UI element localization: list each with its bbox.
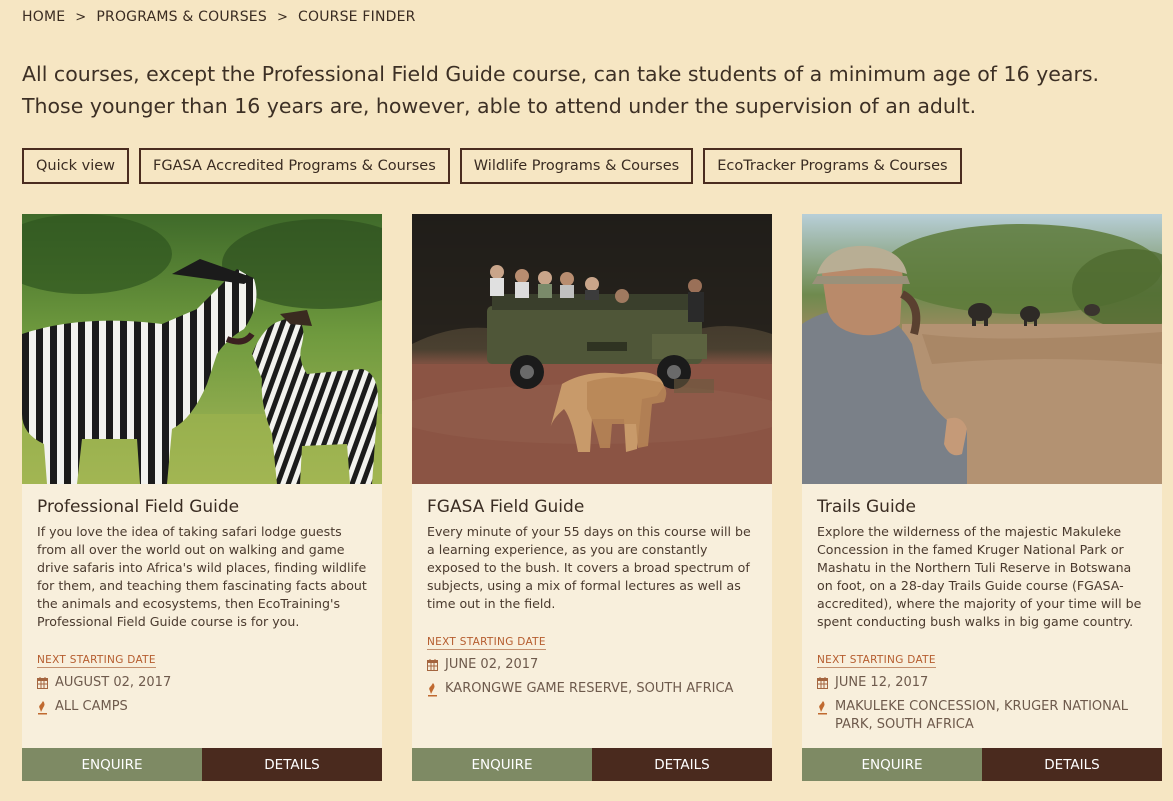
breadcrumb-programs-courses[interactable]: PROGRAMS & COURSES [96, 9, 267, 25]
course-meta: NEXT STARTING DATE JUNE 02, 2017 KARONGW… [427, 630, 757, 698]
chevron-right-icon: > [75, 9, 87, 25]
enquire-button[interactable]: ENQUIRE [22, 748, 202, 781]
filter-bar: Quick view FGASA Accredited Programs & C… [22, 148, 962, 184]
course-card-professional-field-guide: Professional Field Guide If you love the… [22, 214, 382, 781]
course-location: ALL CAMPS [55, 699, 128, 714]
filter-ecotracker-button[interactable]: EcoTracker Programs & Courses [703, 148, 962, 184]
location-pin-icon [38, 701, 47, 715]
start-date-row: JUNE 12, 2017 [817, 674, 1147, 692]
course-image-zebras[interactable] [22, 214, 382, 484]
course-location: KARONGWE GAME RESERVE, SOUTH AFRICA [445, 681, 734, 696]
card-actions: ENQUIRE DETAILS [412, 748, 772, 781]
course-image-trails-guide[interactable] [802, 214, 1162, 484]
course-meta: NEXT STARTING DATE AUGUST 02, 2017 ALL C… [37, 648, 367, 716]
breadcrumb-home[interactable]: HOME [22, 9, 65, 25]
course-card-trails-guide: Trails Guide Explore the wilderness of t… [802, 214, 1162, 781]
location-row: ALL CAMPS [37, 698, 367, 716]
calendar-icon [427, 659, 438, 671]
filter-quick-view-button[interactable]: Quick view [22, 148, 129, 184]
course-title[interactable]: Trails Guide [817, 497, 916, 517]
course-description: Every minute of your 55 days on this cou… [427, 524, 751, 611]
start-date-row: JUNE 02, 2017 [427, 656, 757, 674]
course-description: Explore the wilderness of the majestic M… [817, 524, 1142, 629]
breadcrumb-course-finder: COURSE FINDER [298, 9, 416, 25]
details-button[interactable]: DETAILS [982, 748, 1162, 781]
details-button[interactable]: DETAILS [202, 748, 382, 781]
card-actions: ENQUIRE DETAILS [802, 748, 1162, 781]
start-date: JUNE 12, 2017 [835, 675, 929, 690]
chevron-right-icon: > [276, 9, 289, 25]
course-card-fgasa-field-guide: FGASA Field Guide Every minute of your 5… [412, 214, 772, 781]
course-title[interactable]: Professional Field Guide [37, 497, 239, 517]
breadcrumb: HOME > PROGRAMS & COURSES > COURSE FINDE… [22, 9, 416, 25]
location-pin-icon [818, 701, 827, 715]
enquire-button[interactable]: ENQUIRE [412, 748, 592, 781]
course-image-lions-vehicle[interactable] [412, 214, 772, 484]
course-title[interactable]: FGASA Field Guide [427, 497, 584, 517]
course-meta: NEXT STARTING DATE JUNE 12, 2017 MAKULEK… [817, 648, 1147, 734]
course-location: MAKULEKE CONCESSION, KRUGER NATIONAL PAR… [835, 699, 1129, 732]
card-actions: ENQUIRE DETAILS [22, 748, 382, 781]
filter-fgasa-button[interactable]: FGASA Accredited Programs & Courses [139, 148, 450, 184]
filter-wildlife-button[interactable]: Wildlife Programs & Courses [459, 148, 694, 184]
enquire-button[interactable]: ENQUIRE [802, 748, 982, 781]
start-date: JUNE 02, 2017 [445, 657, 539, 672]
start-date-row: AUGUST 02, 2017 [37, 674, 367, 692]
location-row: KARONGWE GAME RESERVE, SOUTH AFRICA [427, 680, 757, 698]
details-button[interactable]: DETAILS [592, 748, 772, 781]
course-description: If you love the idea of taking safari lo… [37, 524, 367, 629]
start-date: AUGUST 02, 2017 [55, 675, 172, 690]
next-starting-date-label: NEXT STARTING DATE [427, 636, 546, 650]
calendar-icon [817, 677, 828, 689]
calendar-icon [37, 677, 48, 689]
intro-text: All courses, except the Professional Fie… [22, 62, 1100, 118]
location-pin-icon [428, 683, 437, 697]
location-row: MAKULEKE CONCESSION, KRUGER NATIONAL PAR… [817, 698, 1147, 734]
next-starting-date-label: NEXT STARTING DATE [817, 654, 936, 668]
next-starting-date-label: NEXT STARTING DATE [37, 654, 156, 668]
